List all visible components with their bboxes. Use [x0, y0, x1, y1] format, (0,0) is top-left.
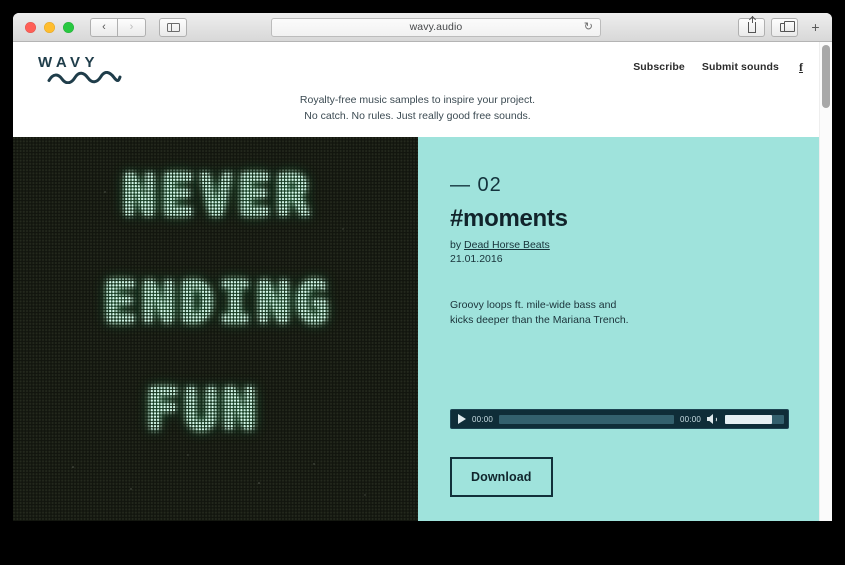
wavy-logo[interactable]: WAVY — [38, 55, 122, 84]
track-artist-line: by Dead Horse Beats — [450, 239, 832, 251]
description-line-2: kicks deeper than the Mariana Trench. — [450, 314, 629, 326]
url-text: wavy.audio — [409, 21, 463, 33]
share-icon — [747, 15, 756, 33]
page-viewport: WAVY Subscribe Submit sounds f Royalty-f… — [13, 42, 832, 521]
track-title: #moments — [450, 205, 568, 232]
track-description: Groovy loops ft. mile-wide bass and kick… — [450, 298, 690, 328]
track-details-panel: — 02 #moments by Dead Horse Beats 21.01.… — [418, 137, 832, 521]
new-tab-button[interactable]: + — [806, 18, 825, 37]
scrollbar-thumb[interactable] — [822, 45, 830, 108]
wave-icon — [47, 70, 122, 84]
site-tagline: Royalty-free music samples to inspire yo… — [13, 92, 832, 137]
navigation-buttons: ‹ › — [90, 17, 146, 37]
forward-button[interactable]: › — [118, 17, 146, 37]
track-number: — 02 — [450, 174, 502, 196]
duration-label: 00:00 — [679, 414, 701, 424]
tagline-line-2: No catch. No rules. Just really good fre… — [304, 110, 531, 122]
speaker-icon[interactable] — [707, 414, 719, 425]
svg-text:FUN: FUN — [146, 377, 261, 443]
svg-text:NEVER: NEVER — [122, 163, 314, 229]
logo-wordmark: WAVY — [38, 53, 100, 71]
site-header: WAVY Subscribe Submit sounds f — [13, 42, 832, 92]
volume-level — [725, 414, 772, 424]
description-line-1: Groovy loops ft. mile-wide bass and — [450, 299, 617, 311]
show-tabs-button[interactable] — [771, 17, 798, 37]
track-showcase: NEVER ENDING FUN NEVER ENDING FUN — 02 #… — [13, 137, 832, 521]
track-date: 21.01.2016 — [450, 253, 503, 265]
sidebar-toggle-button[interactable] — [159, 17, 187, 37]
svg-text:ENDING: ENDING — [103, 270, 333, 336]
window-controls — [25, 21, 74, 33]
browser-toolbar: ‹ › wavy.audio ↻ + — [13, 13, 832, 42]
tabs-icon — [780, 20, 795, 32]
maximize-window-button[interactable] — [63, 21, 74, 33]
tagline-line-1: Royalty-free music samples to inspire yo… — [299, 94, 536, 106]
download-button[interactable]: Download — [450, 457, 553, 497]
minimize-window-button[interactable] — [44, 21, 55, 33]
reload-icon[interactable]: ↻ — [584, 21, 593, 33]
track-artwork[interactable]: NEVER ENDING FUN NEVER ENDING FUN — [13, 137, 418, 521]
by-label: by — [450, 239, 465, 251]
page-scrollbar[interactable] — [819, 42, 832, 521]
audio-player[interactable]: 00:00 00:00 — [450, 409, 789, 429]
sidebar-icon — [166, 22, 180, 32]
led-display-image: NEVER ENDING FUN NEVER ENDING FUN — [13, 137, 418, 521]
browser-window: ‹ › wavy.audio ↻ + WAVY Subscribe Submit… — [13, 13, 832, 521]
play-icon[interactable] — [458, 414, 466, 424]
toolbar-right-group: + — [738, 15, 825, 37]
site-navigation: Subscribe Submit sounds f — [633, 60, 806, 75]
nav-link-submit-sounds[interactable]: Submit sounds — [702, 61, 779, 73]
back-button[interactable]: ‹ — [90, 17, 118, 37]
volume-slider[interactable] — [725, 414, 784, 424]
progress-slider[interactable] — [499, 414, 674, 424]
facebook-icon[interactable]: f — [796, 60, 806, 75]
address-bar[interactable]: wavy.audio ↻ — [271, 17, 601, 37]
share-button[interactable] — [738, 15, 765, 37]
nav-link-subscribe[interactable]: Subscribe — [633, 61, 685, 73]
close-window-button[interactable] — [25, 21, 36, 33]
current-time-label: 00:00 — [472, 414, 494, 424]
artist-link[interactable]: Dead Horse Beats — [464, 239, 550, 251]
